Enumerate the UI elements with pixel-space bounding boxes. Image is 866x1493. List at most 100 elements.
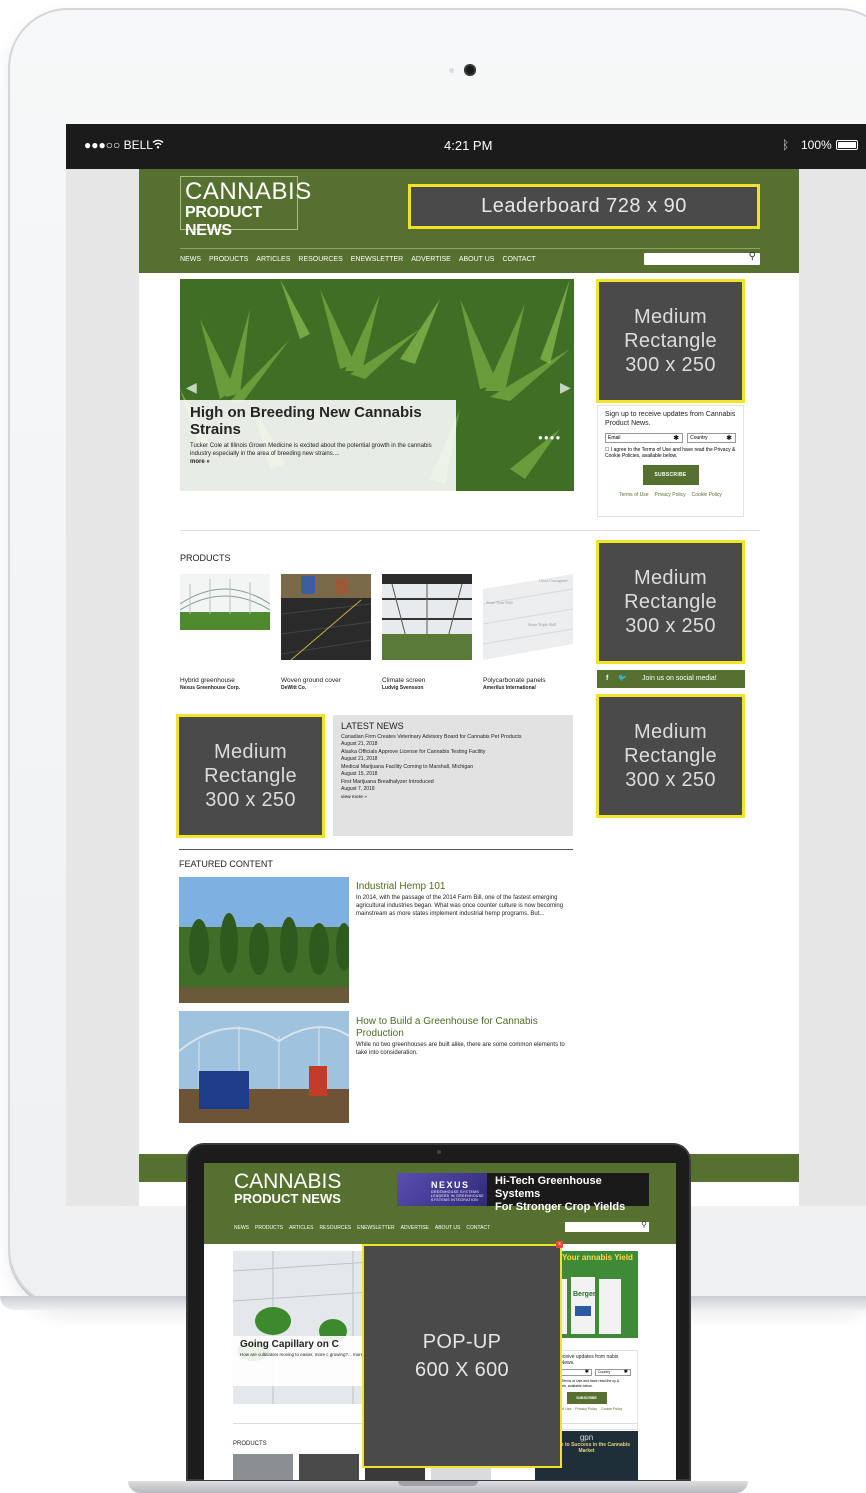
featured-title[interactable]: How to Build a Greenhouse for Cannabis P… bbox=[356, 1016, 571, 1040]
product-image-ground-cover[interactable] bbox=[281, 574, 371, 660]
news-headline[interactable]: Medical Marijuana Facility Coming to Mar… bbox=[341, 764, 565, 771]
nav-advertise[interactable]: ADVERTISE bbox=[411, 256, 451, 263]
hero-title[interactable]: High on Breeding New Cannabis Strains bbox=[190, 404, 446, 438]
email-placeholder: Email bbox=[608, 435, 621, 441]
popup-ad[interactable]: POP-UP 600 X 600 bbox=[362, 1244, 562, 1468]
social-bar[interactable]: f 🐦 Join us on social media! bbox=[597, 670, 745, 688]
social-text[interactable]: Join us on social media! bbox=[642, 675, 717, 682]
nav-enewsletter[interactable]: ENEWSLETTER bbox=[357, 1225, 395, 1231]
nav-resources[interactable]: RESOURCES bbox=[298, 256, 342, 263]
terms-checkbox-label[interactable]: ☐ I agree to the Terms of Use and have r… bbox=[605, 447, 736, 459]
nav-articles[interactable]: ARTICLES bbox=[256, 256, 290, 263]
newsletter-signup: Sign up to receive updates from Cannabis… bbox=[597, 405, 744, 517]
featured-image-hemp[interactable] bbox=[179, 877, 349, 1003]
nav-news[interactable]: NEWS bbox=[234, 1225, 249, 1231]
medium-rectangle-ad-1[interactable]: Medium Rectangle 300 x 250 bbox=[596, 279, 745, 403]
laptop-subscribe-button[interactable]: SUBSCRIBE bbox=[566, 1392, 607, 1404]
country-placeholder: Country bbox=[598, 1370, 611, 1374]
carrier-label: ●●●○○ BELL bbox=[84, 138, 153, 152]
status-bar: ●●●○○ BELL 4:21 PM ᛒ 100% bbox=[66, 124, 866, 169]
ad-label-line: Medium bbox=[634, 306, 707, 328]
logo-line-1: CANNABIS bbox=[185, 178, 312, 205]
country-select[interactable]: Country ✱ bbox=[687, 433, 736, 443]
nav-products[interactable]: PRODUCTS bbox=[209, 256, 248, 263]
search-icon[interactable]: ⚲ bbox=[641, 1220, 647, 1229]
hero-description: Tucker Cole at Illinois Grown Medicine i… bbox=[190, 442, 446, 466]
featured-title[interactable]: Industrial Hemp 101 bbox=[356, 881, 571, 893]
hero-more-link[interactable]: more » bbox=[190, 459, 210, 465]
site-logo[interactable]: CANNABIS PRODUCT NEWS bbox=[180, 176, 312, 239]
battery-icon bbox=[836, 140, 858, 150]
subscribe-button[interactable]: SUBSCRIBE bbox=[642, 465, 699, 485]
view-more-link[interactable]: view more » bbox=[341, 795, 565, 800]
panel-label: Gross Corrugated bbox=[539, 578, 567, 583]
nav-resources[interactable]: RESOURCES bbox=[319, 1225, 351, 1231]
nav-articles[interactable]: ARTICLES bbox=[289, 1225, 313, 1231]
privacy-policy-link[interactable]: Privacy Policy bbox=[575, 1407, 597, 1411]
leaderboard-ad[interactable]: Leaderboard 728 x 90 bbox=[408, 184, 760, 229]
search-input[interactable]: ⚲ bbox=[644, 251, 760, 265]
featured-image-greenhouse[interactable] bbox=[179, 1011, 349, 1123]
slider-dots[interactable]: ●●●● bbox=[538, 433, 561, 442]
nav-contact[interactable]: CONTACT bbox=[466, 1225, 490, 1231]
product-name[interactable]: Polycarbonate panels bbox=[483, 677, 578, 684]
cookie-policy-link[interactable]: Cookie Policy bbox=[601, 1407, 622, 1411]
product-image-greenhouse[interactable] bbox=[180, 574, 270, 660]
mockup-stage: ●●●○○ BELL 4:21 PM ᛒ 100% CANNABIS PRODU… bbox=[0, 0, 866, 1493]
news-headline[interactable]: Alaska Officials Approve License for Can… bbox=[341, 749, 565, 756]
ad-label-line: 300 x 250 bbox=[625, 769, 716, 791]
nav-news[interactable]: NEWS bbox=[180, 256, 201, 263]
nexus-leaderboard-ad[interactable]: NEXUS GREENHOUSE SYSTEMS LEADERS IN GREE… bbox=[397, 1173, 649, 1213]
nav-advertise[interactable]: ADVERTISE bbox=[401, 1225, 429, 1231]
laptop-site-header: CANNABIS PRODUCT NEWS NEXUS GREENHOUSE S… bbox=[204, 1163, 676, 1244]
featured-divider bbox=[179, 849, 573, 850]
product-image-climate-screen[interactable] bbox=[382, 574, 472, 660]
laptop-search-input[interactable]: ⚲ bbox=[565, 1220, 649, 1232]
search-icon[interactable]: ⚲ bbox=[749, 251, 756, 262]
ad-label-line: Rectangle bbox=[624, 745, 717, 767]
medium-rectangle-ad-4[interactable]: Medium Rectangle 300 x 250 bbox=[176, 714, 325, 838]
hero-prev-icon[interactable]: ◀ bbox=[186, 379, 197, 396]
hero-next-icon[interactable]: ▶ bbox=[560, 379, 571, 396]
news-headline[interactable]: Canadian Firm Creates Veterinary Advisor… bbox=[341, 734, 565, 741]
laptop-country-select[interactable]: Country ✱ bbox=[595, 1369, 631, 1376]
medium-rectangle-ad-3[interactable]: Medium Rectangle 300 x 250 bbox=[596, 694, 745, 818]
privacy-policy-link[interactable]: Privacy Policy bbox=[655, 492, 686, 498]
popup-close-icon[interactable]: x bbox=[556, 1241, 563, 1248]
email-field[interactable]: Email ✱ bbox=[605, 433, 684, 443]
panel-label: Stone Twin Wall bbox=[486, 600, 513, 605]
nav-enewsletter[interactable]: ENEWSLETTER bbox=[351, 256, 404, 263]
hero-slider[interactable]: ◀ ▶ ●●●● High on Breeding New Cannabis S… bbox=[180, 279, 574, 491]
medium-rectangle-ad-2[interactable]: Medium Rectangle 300 x 250 bbox=[596, 540, 745, 664]
nav-about-us[interactable]: ABOUT US bbox=[435, 1225, 460, 1231]
product-maker: Ludvig Svensson bbox=[382, 685, 424, 691]
battery-percent: 100% bbox=[801, 138, 832, 152]
laptop-product-thumb[interactable] bbox=[299, 1454, 359, 1480]
news-headline[interactable]: First Marijuana Breathalyzer Introduced bbox=[341, 779, 565, 786]
tablet-camera bbox=[464, 64, 476, 76]
nav-about-us[interactable]: ABOUT US bbox=[459, 256, 495, 263]
laptop-notch bbox=[398, 1481, 478, 1486]
news-date: August 21, 2018 bbox=[341, 756, 378, 762]
nexus-name: NEXUS bbox=[431, 1180, 470, 1190]
product-image-polycarbonate[interactable]: Gross Corrugated Stone Twin Wall Stone Tri… bbox=[483, 574, 573, 660]
nexus-headline-2: For Stronger Crop Yields bbox=[495, 1201, 626, 1213]
hero-description-text: Tucker Cole at Illinois Grown Medicine i… bbox=[190, 443, 432, 457]
product-maker: Nexus Greenhouse Corp. bbox=[180, 685, 241, 691]
product-name[interactable]: Woven ground cover bbox=[281, 677, 376, 684]
laptop-site-logo[interactable]: CANNABIS PRODUCT NEWS bbox=[234, 1171, 341, 1206]
latest-news-heading: LATEST NEWS bbox=[341, 721, 404, 731]
product-name[interactable]: Climate screen bbox=[382, 677, 477, 684]
nav-contact[interactable]: CONTACT bbox=[502, 256, 535, 263]
laptop-base bbox=[128, 1481, 748, 1493]
nav-products[interactable]: PRODUCTS bbox=[255, 1225, 283, 1231]
facebook-twitter-icons[interactable]: f 🐦 bbox=[606, 674, 631, 682]
product-name[interactable]: Hybrid greenhouse bbox=[180, 677, 275, 684]
laptop-product-thumb[interactable] bbox=[233, 1454, 293, 1480]
logo-line-2: PRODUCT NEWS bbox=[185, 204, 263, 239]
cookie-policy-link[interactable]: Cookie Policy bbox=[692, 492, 722, 498]
hero-caption[interactable]: High on Breeding New Cannabis Strains Tu… bbox=[180, 400, 456, 491]
signup-heading: Sign up to receive updates from Cannabis… bbox=[605, 411, 736, 427]
ad-label-line: Rectangle bbox=[204, 765, 297, 787]
terms-of-use-link[interactable]: Terms of Use bbox=[619, 492, 648, 498]
